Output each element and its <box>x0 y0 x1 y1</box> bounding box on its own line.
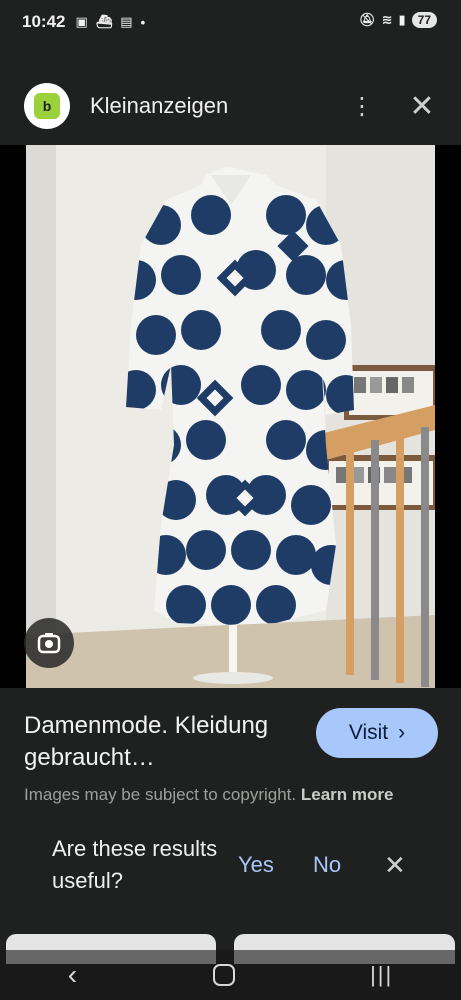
result-title[interactable]: Damenmode. Kleidung gebraucht… <box>24 710 294 774</box>
close-icon[interactable]: ✕ <box>407 89 437 124</box>
mute-icon: 🔕︎ <box>359 12 376 27</box>
battery-indicator: 77 <box>411 12 437 28</box>
site-logo[interactable]: b <box>24 83 70 129</box>
copyright-text: Images may be subject to copyright. <box>24 785 297 804</box>
signal-icon: ▮ <box>398 12 406 27</box>
dress-photo[interactable] <box>26 145 435 688</box>
back-icon[interactable]: ‹ <box>68 959 77 991</box>
visit-button[interactable]: Visit › <box>316 708 438 758</box>
learn-more-link[interactable]: Learn more <box>301 785 394 804</box>
status-time: 10:42 <box>22 12 66 31</box>
site-name[interactable]: Kleinanzeigen <box>90 93 347 119</box>
system-nav-bar: ‹ ||| <box>0 950 461 1000</box>
home-icon[interactable] <box>212 964 235 986</box>
result-header: b Kleinanzeigen ⋮ ✕ <box>0 70 461 142</box>
feedback-yes-button[interactable]: Yes <box>238 852 274 878</box>
screen-record-icon: ▣ <box>75 14 88 29</box>
visit-button-label: Visit <box>348 721 389 744</box>
boat-icon: ⛴ <box>95 14 113 29</box>
calendar-icon: ▤ <box>120 14 133 29</box>
chevron-right-icon: › <box>398 721 406 744</box>
kleinanzeigen-logo-icon: b <box>34 93 60 119</box>
dot-icon: • <box>140 14 146 30</box>
more-vert-icon[interactable]: ⋮ <box>347 92 377 121</box>
recents-icon[interactable]: ||| <box>370 962 393 988</box>
lens-icon[interactable] <box>24 618 74 668</box>
status-bar: 10:42 ▣ ⛴ ▤ • 🔕︎ ≋ ▮ 77 <box>0 0 461 44</box>
wifi-icon: ≋ <box>381 12 393 27</box>
feedback-no-button[interactable]: No <box>313 852 341 878</box>
result-info-panel: Damenmode. Kleidung gebraucht… Visit › I… <box>0 690 461 930</box>
feedback-bar: Are these results useful? Yes No ✕ <box>0 830 461 900</box>
copyright-notice: Images may be subject to copyright. Lear… <box>24 782 424 818</box>
feedback-question: Are these results useful? <box>52 836 218 893</box>
image-preview <box>0 145 461 688</box>
feedback-close-icon[interactable]: ✕ <box>384 850 406 881</box>
